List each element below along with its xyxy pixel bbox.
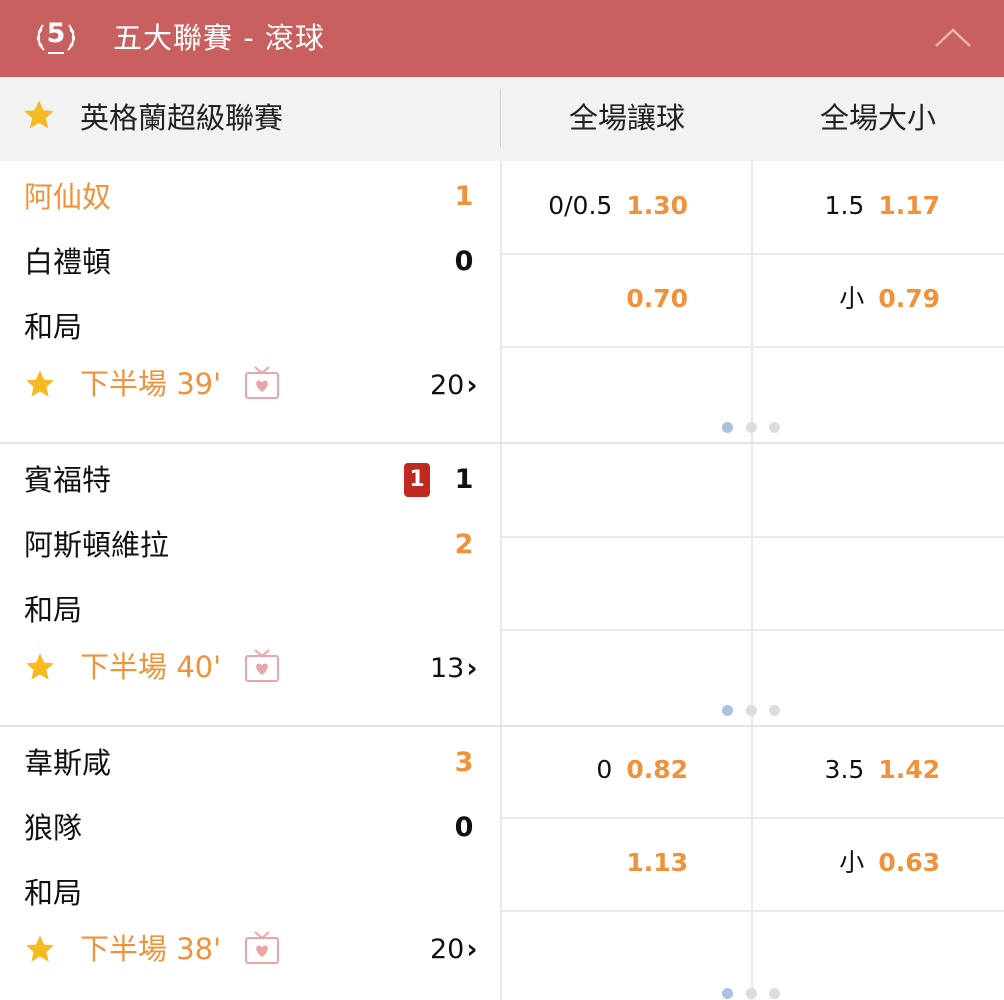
- odds-value: 1.30: [626, 191, 688, 220]
- home-team-name: 賓福特: [24, 463, 112, 497]
- odds-row-divider: [502, 536, 1004, 538]
- live-tv-icon[interactable]: [244, 365, 280, 401]
- odds-value: 0.82: [626, 755, 688, 784]
- odds-value: 0.70: [626, 284, 688, 313]
- match-time: 下半場 38': [80, 932, 222, 966]
- away-score: 2: [454, 529, 474, 560]
- chevron-right-icon: ›: [466, 653, 478, 684]
- more-markets-count: 13: [430, 653, 465, 684]
- favorite-star-icon[interactable]: [24, 651, 56, 683]
- top-bar: 5 五大聯賽 - 滾球: [0, 0, 1004, 77]
- pager-dot[interactable]: [746, 422, 757, 433]
- total-line: 1.5: [824, 191, 865, 220]
- odds-divider: [500, 444, 502, 725]
- handicap-home-odds[interactable]: 0 0.82: [452, 750, 688, 790]
- more-markets-link[interactable]: 20›: [430, 366, 492, 406]
- chevron-right-icon: ›: [466, 370, 478, 401]
- under-label: 小: [839, 848, 865, 877]
- odds-row-divider: [502, 817, 1004, 819]
- handicap-line: 0: [596, 755, 613, 784]
- away-team-name: 白禮頓: [24, 245, 112, 279]
- more-markets-link[interactable]: 20›: [430, 930, 492, 970]
- match-card[interactable]: 阿仙奴 1 白禮頓 0 和局 下半場 39' 20› 0/0.5 1.30 0.7…: [0, 161, 1004, 444]
- under-label: 小: [839, 284, 865, 313]
- favorite-star-icon[interactable]: [24, 933, 56, 965]
- favorite-star-icon[interactable]: [22, 98, 56, 132]
- league-header[interactable]: 英格蘭超級聯賽 全場讓球 全場大小: [0, 77, 1004, 161]
- live-tv-icon[interactable]: [244, 648, 280, 684]
- match-time: 下半場 39': [80, 367, 222, 401]
- odds-row-divider: [502, 346, 1004, 348]
- odds-row-divider: [502, 629, 1004, 631]
- away-score: 0: [454, 812, 474, 843]
- column-header-handicap: 全場讓球: [568, 101, 685, 135]
- chevron-right-icon: ›: [466, 934, 478, 965]
- more-markets-link[interactable]: 13›: [430, 649, 492, 689]
- pager-dot[interactable]: [746, 705, 757, 716]
- draw-label: 和局: [24, 876, 83, 910]
- pager-dot[interactable]: [722, 988, 733, 999]
- odds-row-divider: [502, 253, 1004, 255]
- under-odds[interactable]: 小 0.63: [704, 843, 940, 883]
- favorite-star-icon[interactable]: [24, 368, 56, 400]
- logo-number: 5: [46, 18, 66, 49]
- over-odds[interactable]: 3.5 1.42: [704, 750, 940, 790]
- pager-dot[interactable]: [722, 422, 733, 433]
- odds-value: 1.17: [878, 191, 940, 220]
- away-team-name: 狼隊: [24, 811, 83, 845]
- odds-value: 0.63: [878, 848, 940, 877]
- handicap-line: 0/0.5: [548, 191, 613, 220]
- chevron-up-icon[interactable]: [932, 20, 974, 56]
- home-score: 1: [454, 464, 474, 495]
- column-header-over-under: 全場大小: [819, 101, 936, 135]
- page-title: 五大聯賽 - 滾球: [113, 21, 325, 55]
- more-markets-count: 20: [430, 370, 465, 401]
- league-name: 英格蘭超級聯賽: [80, 101, 284, 135]
- odds-divider: [751, 444, 753, 725]
- live-tv-icon[interactable]: [244, 930, 280, 966]
- more-markets-count: 20: [430, 934, 465, 965]
- home-team-name: 韋斯咸: [24, 746, 112, 780]
- header-divider: [500, 89, 501, 147]
- odds-value: 1.42: [878, 755, 940, 784]
- match-time: 下半場 40': [80, 650, 222, 684]
- pager-dot[interactable]: [722, 705, 733, 716]
- draw-label: 和局: [24, 310, 83, 344]
- pager-dot[interactable]: [746, 988, 757, 999]
- match-card[interactable]: 賓福特 1 1 阿斯頓維拉 2 和局 下半場 40' 13›: [0, 444, 1004, 727]
- match-card[interactable]: 韋斯咸 3 狼隊 0 和局 下半場 38' 20› 0 0.82 1.13 3.5…: [0, 727, 1004, 1000]
- home-team-name: 阿仙奴: [24, 180, 112, 214]
- away-team-name: 阿斯頓維拉: [24, 528, 170, 562]
- odds-row-divider: [502, 910, 1004, 912]
- handicap-away-odds[interactable]: 1.13: [452, 843, 688, 883]
- over-odds[interactable]: 1.5 1.17: [704, 186, 940, 226]
- pager-dots[interactable]: [722, 988, 782, 1000]
- odds-value: 1.13: [626, 848, 688, 877]
- pager-dot[interactable]: [769, 422, 780, 433]
- total-line: 3.5: [824, 755, 865, 784]
- away-score: 0: [454, 246, 474, 277]
- pager-dots[interactable]: [722, 422, 782, 434]
- red-card-badge: 1: [404, 463, 430, 497]
- pager-dot[interactable]: [769, 705, 780, 716]
- pager-dot[interactable]: [769, 988, 780, 999]
- under-odds[interactable]: 小 0.79: [704, 279, 940, 319]
- draw-label: 和局: [24, 593, 83, 627]
- handicap-home-odds[interactable]: 0/0.5 1.30: [452, 186, 688, 226]
- pager-dots[interactable]: [722, 705, 782, 717]
- handicap-away-odds[interactable]: 0.70: [452, 279, 688, 319]
- odds-value: 0.79: [878, 284, 940, 313]
